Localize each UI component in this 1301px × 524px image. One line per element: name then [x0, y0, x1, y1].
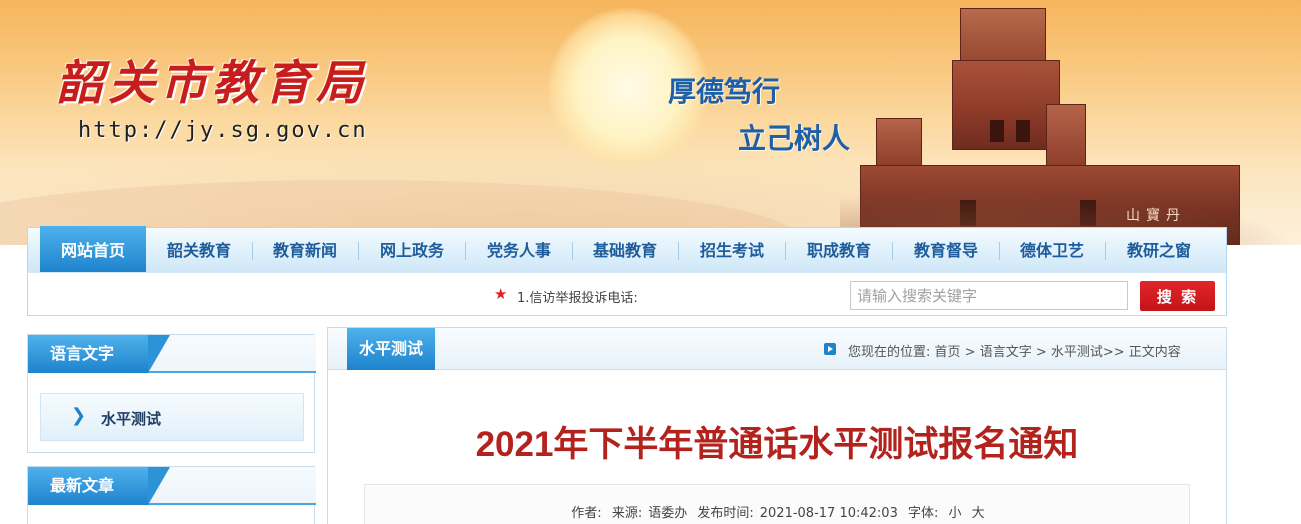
article-panel-header: 水平测试 您现在的位置: 首页 > 语言文字 > 水平测试>> 正文内容 [328, 328, 1226, 370]
nav-divider [1105, 242, 1106, 260]
breadcrumb-path[interactable]: 首页 > 语言文字 > 水平测试>> 正文内容 [935, 345, 1181, 360]
sidebar-item-level-test[interactable]: ❯ 水平测试 [40, 393, 304, 441]
nav-item-admissions-exams[interactable]: 招生考试 [688, 228, 776, 273]
article-meta: 作者: 来源: 语委办 发布时间: 2021-08-17 10:42:03 字体: … [365, 502, 1191, 521]
info-search-bar: ★ 1.信访举报投诉电话: 搜 索 [27, 272, 1227, 316]
font-small-link[interactable]: 小 [949, 506, 962, 521]
sidebar-item-label: 水平测试 [101, 410, 162, 428]
nav-item-label: 网站首页 [60, 241, 125, 260]
motto-line-1: 厚德笃行 [668, 75, 781, 108]
breadcrumb: 您现在的位置: 首页 > 语言文字 > 水平测试>> 正文内容 [848, 341, 1181, 360]
sidebar-section-language: 语言文字 ❯ 水平测试 [27, 334, 316, 453]
motto-line-2: 立己树人 [738, 122, 851, 155]
location-arrow-icon [824, 343, 836, 355]
nav-divider [892, 242, 893, 260]
search-input[interactable] [850, 281, 1128, 310]
nav-item-home[interactable]: 网站首页 [40, 226, 146, 279]
nav-item-teaching-research[interactable]: 教研之窗 [1115, 228, 1203, 273]
nav-item-education-supervision[interactable]: 教育督导 [902, 228, 990, 273]
article-panel: 水平测试 您现在的位置: 首页 > 语言文字 > 水平测试>> 正文内容 202… [327, 327, 1227, 524]
nav-divider [678, 242, 679, 260]
star-icon: ★ [494, 285, 508, 303]
sidebar-section-title: 语言文字 [28, 335, 170, 373]
nav-item-moral-sports-arts[interactable]: 德体卫艺 [1008, 228, 1096, 273]
nav-divider [572, 242, 573, 260]
site-logo-title[interactable]: 韶关市教育局 [56, 44, 368, 113]
building-illustration: 山寶丹 [840, 0, 1301, 245]
source-value: 语委办 [648, 506, 688, 521]
article-meta-box: 作者: 来源: 语委办 发布时间: 2021-08-17 10:42:03 字体: … [364, 484, 1190, 524]
nav-divider [999, 242, 1000, 260]
window [990, 120, 1004, 142]
source-label: 来源: [611, 506, 643, 521]
sidebar-section-latest: 最新文章 [27, 466, 316, 524]
tower-left [876, 118, 922, 172]
nav-item-vocational-education[interactable]: 职成教育 [795, 228, 883, 273]
sidebar-header: 语言文字 [28, 335, 316, 373]
nav-item-basic-education[interactable]: 基础教育 [581, 228, 669, 273]
nav-divider [785, 242, 786, 260]
font-size-label: 字体: [907, 506, 939, 521]
nav-item-party-personnel[interactable]: 党务人事 [475, 228, 563, 273]
site-url: http://jy.sg.gov.cn [78, 118, 368, 143]
nav-item-education-news[interactable]: 教育新闻 [261, 228, 349, 273]
nav-item-online-affairs[interactable]: 网上政务 [368, 228, 456, 273]
chevron-right-icon: ❯ [71, 405, 87, 426]
author-label: 作者: [571, 506, 602, 521]
nav-item-shaoguan-education[interactable]: 韶关教育 [155, 228, 243, 273]
hotline-ticker[interactable]: 1.信访举报投诉电话: [517, 287, 638, 306]
main-nav: 网站首页 韶关教育 教育新闻 网上政务 党务人事 基础教育 招生考试 职成教育 … [27, 226, 1227, 279]
sidebar-header: 最新文章 [28, 467, 316, 505]
tower-body [952, 60, 1060, 150]
window [1016, 120, 1030, 142]
publish-time: 2021-08-17 10:42:03 [759, 506, 898, 521]
building-sign: 山寶丹 [1126, 208, 1186, 224]
tower-right [1046, 104, 1086, 174]
breadcrumb-prefix: 您现在的位置: [848, 345, 931, 360]
header-banner: 山寶丹 韶关市教育局 http://jy.sg.gov.cn 厚德笃行 立己树人 [0, 0, 1301, 245]
article-title: 2021年下半年普通话水平测试报名通知 [475, 425, 1079, 464]
tower-top [960, 8, 1046, 68]
nav-divider [465, 242, 466, 260]
nav-divider [252, 242, 253, 260]
nav-divider [358, 242, 359, 260]
publish-label: 发布时间: [697, 506, 754, 521]
search-button[interactable]: 搜 索 [1140, 281, 1215, 311]
font-large-link[interactable]: 大 [972, 506, 985, 521]
category-tab[interactable]: 水平测试 [347, 328, 436, 370]
sidebar-section-title: 最新文章 [28, 467, 170, 505]
